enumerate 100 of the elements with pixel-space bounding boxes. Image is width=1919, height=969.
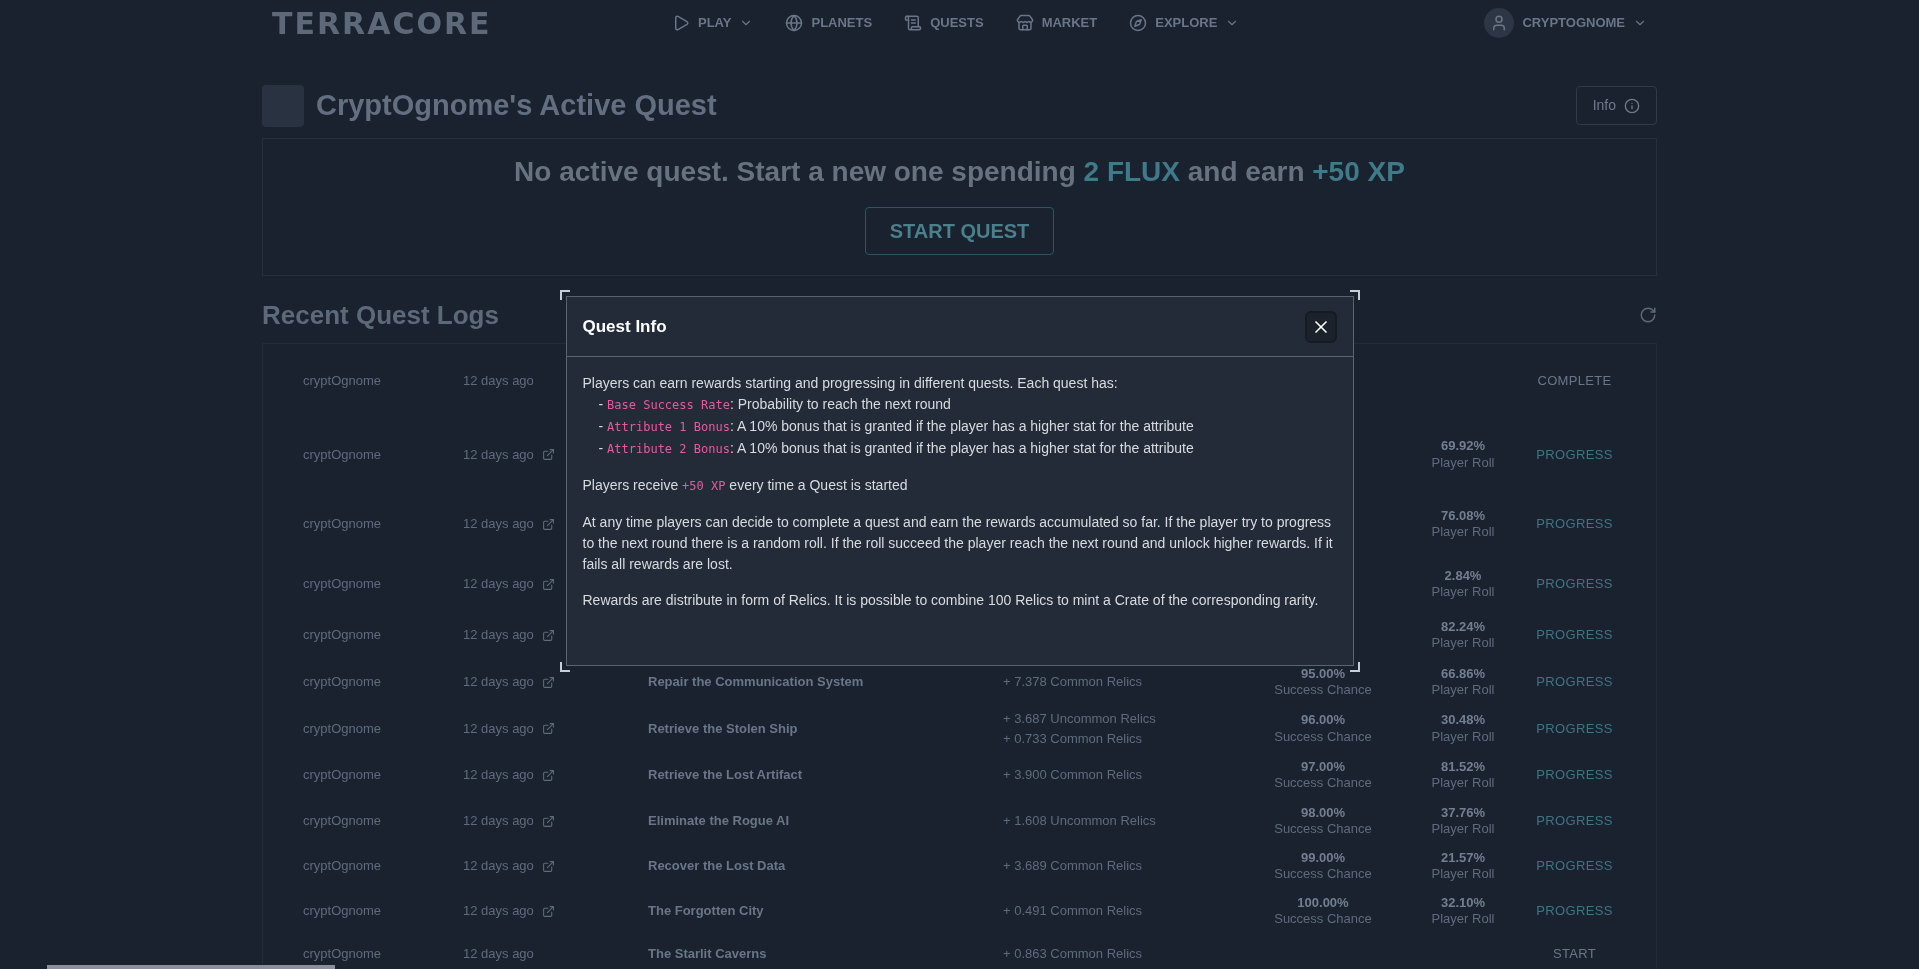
- external-link-icon[interactable]: [541, 768, 555, 782]
- action-button[interactable]: PROGRESS: [1536, 444, 1613, 465]
- info-paragraph: At any time players can decide to complete a quest and earn the rewards accumulated so far. If the player try to progress to the next round there is a random roll. If the roll succeed the player reach the next round and unlock higher rewards. If it fails all rewards are lost.: [582, 513, 1334, 574]
- action-button[interactable]: PROGRESS: [1536, 574, 1613, 594]
- chance-label: Success Chance: [1274, 682, 1372, 699]
- player-roll: 81.52%: [1440, 758, 1486, 775]
- user-cell-text: cryptOgnome: [303, 902, 383, 921]
- info-icon: [1624, 97, 1640, 114]
- quest-name: Eliminate the Rogue AI: [648, 813, 790, 829]
- action-button[interactable]: PROGRESS: [1536, 811, 1613, 831]
- success-chance: 100.00%: [1297, 894, 1349, 911]
- player-roll: 37.76%: [1440, 804, 1486, 821]
- time-cell-text: 12 days ago: [463, 944, 534, 963]
- corner-bracket: [1349, 290, 1360, 300]
- store-icon: [1015, 14, 1034, 32]
- action-button[interactable]: PROGRESS: [1536, 672, 1613, 692]
- user-cell-text: cryptOgnome: [303, 626, 383, 645]
- chance-label: Success Chance: [1274, 728, 1372, 745]
- reward-text: + 3.687 Uncommon Relics: [1003, 710, 1157, 728]
- roll-label: Player Roll: [1431, 866, 1495, 883]
- info-paragraph: Players receive +50 XP every time a Quest is started: [582, 476, 909, 495]
- player-roll: 32.10%: [1440, 894, 1486, 911]
- user-cell-text: cryptOgnome: [303, 575, 383, 594]
- quest-message: No active quest. Start a new one spending 2 FLUX and earn +50 XP: [514, 154, 1405, 189]
- corner-bracket: [559, 662, 570, 672]
- reward-text: + 1.608 Uncommon Relics: [1003, 812, 1157, 831]
- refresh-icon[interactable]: [1639, 306, 1657, 324]
- roll-label: Player Roll: [1431, 821, 1495, 838]
- quest-name: Recover the Lost Data: [648, 858, 786, 874]
- reward-text: + 3.689 Common Relics: [1003, 857, 1144, 876]
- corner-bracket: [1349, 662, 1360, 672]
- user-cell-text: cryptOgnome: [303, 719, 383, 738]
- external-link-icon[interactable]: [541, 814, 555, 828]
- action-button[interactable]: COMPLETE: [1537, 370, 1612, 391]
- external-link-icon[interactable]: [541, 859, 555, 873]
- reward-text: + 0.491 Common Relics: [1003, 902, 1144, 921]
- roll-label: Player Roll: [1431, 911, 1495, 928]
- external-link-icon[interactable]: [541, 722, 555, 735]
- reward-text: + 7.378 Common Relics: [1003, 673, 1144, 692]
- user-cell-text: cryptOgnome: [303, 944, 383, 963]
- quest-name: The Forgotten City: [648, 903, 764, 919]
- nav-item[interactable]: MARKET: [1015, 13, 1098, 33]
- globe-icon: [785, 14, 804, 32]
- nav-item[interactable]: QUESTS: [904, 13, 984, 33]
- start-quest-button[interactable]: START QUEST: [864, 206, 1055, 255]
- dialog-title: Quest Info: [582, 315, 667, 338]
- action-button[interactable]: PROGRESS: [1536, 765, 1613, 785]
- action-button[interactable]: START: [1552, 943, 1596, 964]
- close-button[interactable]: [1304, 310, 1337, 343]
- action-button[interactable]: PROGRESS: [1536, 625, 1613, 645]
- player-roll: 82.24%: [1440, 618, 1486, 635]
- logo[interactable]: TERRACORE: [272, 0, 572, 46]
- quest-name: The Starlit Caverns: [648, 945, 767, 961]
- user-cell-text: cryptOgnome: [303, 515, 383, 534]
- attribute-item: - Base Success Rate: Probability to reach the next round: [597, 395, 952, 414]
- external-link-icon[interactable]: [541, 675, 555, 689]
- roll-label: Player Roll: [1431, 584, 1495, 601]
- roll-label: Player Roll: [1431, 728, 1495, 745]
- quest-name: Retrieve the Lost Artifact: [648, 767, 803, 783]
- chance-label: Success Chance: [1274, 911, 1372, 928]
- external-link-icon[interactable]: [541, 517, 555, 531]
- user-cell-text: cryptOgnome: [303, 445, 383, 464]
- action-button[interactable]: PROGRESS: [1536, 514, 1613, 534]
- time-cell-text: 12 days ago: [463, 766, 534, 785]
- external-link-icon[interactable]: [541, 448, 555, 461]
- external-link-icon[interactable]: [541, 577, 555, 591]
- scroll-icon: [904, 14, 923, 32]
- player-roll: 2.84%: [1444, 567, 1482, 584]
- nav-item[interactable]: PLAY: [672, 13, 754, 33]
- time-cell-text: 12 days ago: [463, 575, 534, 594]
- intro-text: Players can earn rewards starting and progressing in different quests. Each quest has:: [582, 374, 1119, 393]
- success-chance: 97.00%: [1300, 758, 1346, 775]
- user-cell-text: cryptOgnome: [303, 857, 383, 876]
- chance-label: Success Chance: [1274, 775, 1372, 792]
- external-link-icon[interactable]: [541, 904, 555, 918]
- external-link-icon[interactable]: [541, 628, 555, 642]
- nav-item[interactable]: PLANETS: [785, 13, 873, 33]
- info-button[interactable]: Info: [1575, 86, 1657, 126]
- reward-text: + 3.900 Common Relics: [1003, 766, 1144, 785]
- time-cell-text: 12 days ago: [463, 719, 534, 738]
- player-roll: 21.57%: [1440, 849, 1486, 866]
- time-cell-text: 12 days ago: [463, 445, 534, 464]
- roll-label: Player Roll: [1431, 682, 1495, 699]
- action-button[interactable]: PROGRESS: [1536, 856, 1613, 876]
- time-cell-text: 12 days ago: [463, 857, 534, 876]
- scrollbar-thumb[interactable]: [47, 965, 335, 969]
- chance-label: Success Chance: [1274, 821, 1372, 838]
- user-cell-text: cryptOgnome: [303, 812, 383, 831]
- time-cell-text: 12 days ago: [463, 812, 534, 831]
- roll-label: Player Roll: [1431, 524, 1495, 541]
- page-title: CryptOgnome's Active Quest: [316, 88, 717, 123]
- action-button[interactable]: PROGRESS: [1536, 718, 1613, 739]
- success-chance: 99.00%: [1300, 849, 1346, 866]
- roll-label: Player Roll: [1431, 775, 1495, 792]
- nav-item[interactable]: EXPLORE: [1129, 13, 1240, 33]
- play-icon: [672, 14, 690, 32]
- user-menu[interactable]: CRYPTOGNOME: [1484, 8, 1647, 38]
- avatar-icon: [1484, 8, 1515, 38]
- roll-label: Player Roll: [1431, 454, 1495, 471]
- action-button[interactable]: PROGRESS: [1536, 901, 1613, 921]
